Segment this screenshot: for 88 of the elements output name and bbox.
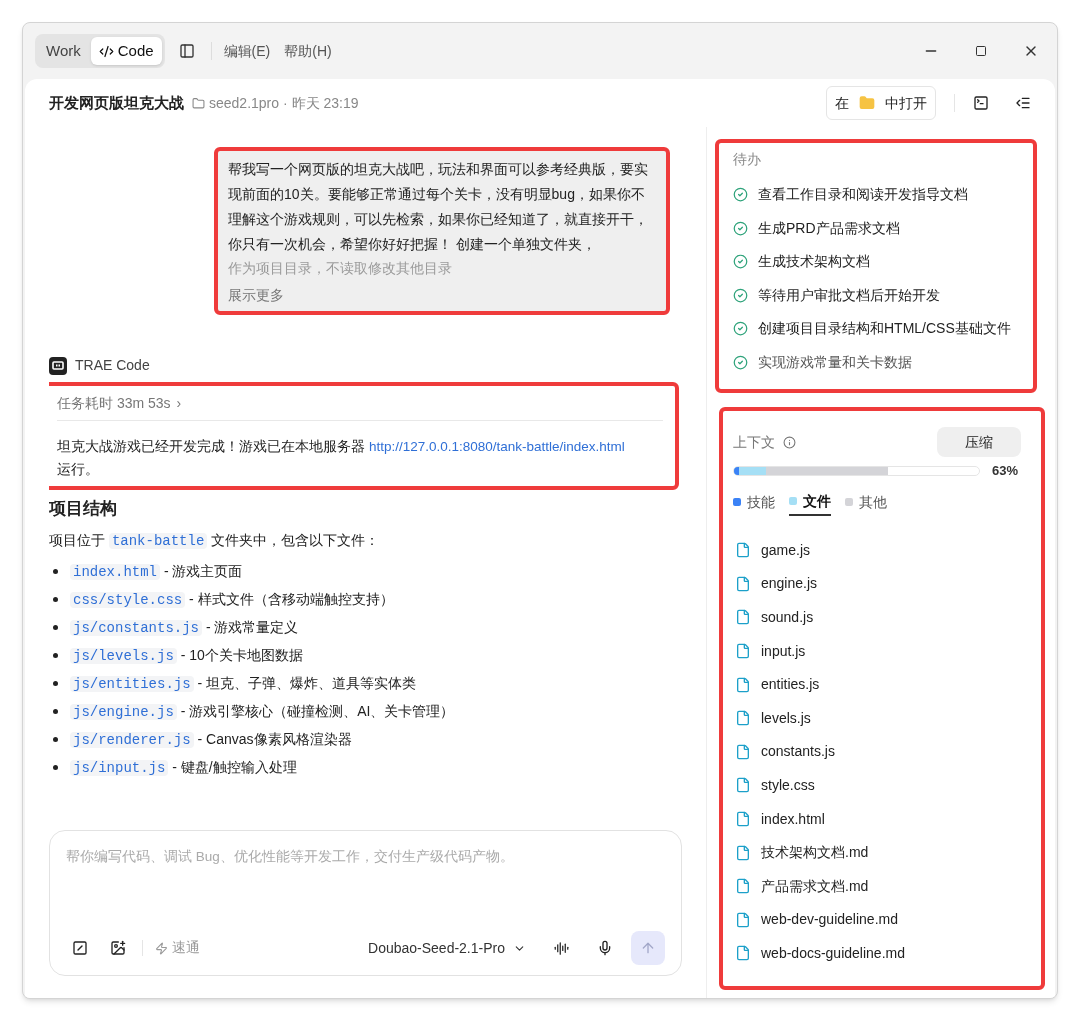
bullet-icon: [53, 625, 58, 630]
todo-item-label: 等待用户审批文档后开始开发: [758, 285, 940, 305]
intro-text: 项目位于 tank-battle 文件夹中，包含以下文件：: [49, 530, 381, 551]
context-file-item[interactable]: style.css: [733, 768, 1031, 803]
lightning-icon: [155, 941, 168, 955]
bullet-icon: [53, 765, 58, 770]
context-file-item[interactable]: web-docs-guideline.md: [733, 936, 1031, 971]
bullet-icon: [53, 737, 58, 742]
image-icon[interactable]: [110, 940, 126, 956]
user-message-faded-text: 作为项目目录，不读取修改其他目录: [228, 259, 453, 278]
file-icon: [735, 911, 751, 928]
todo-item-label: 查看工作目录和阅读开发指导文档: [758, 185, 968, 205]
context-file-item[interactable]: 产品需求文档.md: [733, 869, 1031, 904]
todo-item-label: 生成技术架构文档: [758, 252, 870, 272]
robot-icon: [49, 356, 67, 375]
bullet-icon: [53, 597, 58, 602]
duration-toggle[interactable]: 任务耗时 33m 53s ›: [57, 386, 182, 420]
file-description: js/constants.js - 游戏常量定义: [70, 616, 299, 639]
file-icon: [735, 878, 751, 895]
file-description: js/levels.js - 10个关卡地图数据: [70, 644, 303, 667]
file-description: index.html - 游戏主页面: [70, 560, 243, 583]
menu-item[interactable]: 帮助(H): [282, 40, 334, 62]
mode-tab[interactable]: Code: [90, 37, 162, 65]
context-file-item[interactable]: 技术架构文档.md: [733, 835, 1031, 870]
project-title: 开发网页版坦克大战: [49, 92, 184, 113]
bullet-icon: [53, 681, 58, 686]
legend-tab[interactable]: 文件: [789, 490, 831, 516]
server-link[interactable]: http://127.0.0.1:8080/tank-battle/index.html: [368, 439, 625, 454]
file-description: js/input.js - 键盘/触控输入处理: [70, 756, 297, 779]
context-title: 上下文: [733, 432, 775, 452]
bullet-icon: [53, 569, 58, 574]
file-description: js/renderer.js - Canvas像素风格渲染器: [70, 728, 352, 751]
file-icon: [735, 743, 751, 760]
context-file-item[interactable]: entities.js: [733, 667, 1031, 702]
usage-percent: 63%: [992, 462, 1019, 480]
info-icon[interactable]: [783, 435, 796, 449]
file-description: js/entities.js - 坦克、子弹、爆炸、道具等实体类: [70, 672, 417, 695]
context-file-item[interactable]: sound.js: [733, 600, 1031, 635]
context-file-item[interactable]: levels.js: [733, 701, 1031, 736]
context-file-item[interactable]: input.js: [733, 634, 1031, 668]
folder-icon: [192, 96, 205, 110]
menu-item[interactable]: 编辑(E): [221, 40, 273, 62]
timestamp: · 昨天 23:19: [283, 93, 359, 113]
file-description: css/style.css - 样式文件（含移动端触控支持）: [70, 588, 394, 611]
model-selector[interactable]: Doubao-Seed-2.1-Pro: [368, 937, 526, 959]
context-file-item[interactable]: engine.js: [733, 567, 1031, 601]
file-icon: [735, 643, 751, 660]
compress-button[interactable]: 压缩: [937, 427, 1021, 457]
assistant-name: TRAE Code: [75, 356, 150, 375]
command-icon[interactable]: [72, 940, 88, 956]
file-icon: [735, 542, 751, 559]
code-icon: [98, 43, 114, 59]
context-file-item[interactable]: game.js: [733, 533, 1031, 568]
todo-item-label: 创建项目目录结构和HTML/CSS基础文件: [758, 319, 1011, 339]
summary-text: 坦克大战游戏已经开发完成！游戏已在本地服务器 http://127.0.0.1:8080/tank-battle/index.html 运行。: [57, 437, 626, 479]
show-more-link[interactable]: 展示更多: [228, 285, 284, 306]
file-icon: [735, 710, 751, 727]
legend-tab[interactable]: 其他: [845, 491, 887, 515]
panel-collapse-icon[interactable]: [1015, 95, 1031, 111]
file-icon: [735, 945, 751, 962]
file-description: js/engine.js - 游戏引擎核心（碰撞检测、AI、关卡管理）: [70, 700, 455, 723]
file-icon: [735, 575, 751, 592]
context-file-item[interactable]: constants.js: [733, 735, 1031, 769]
context-file-item[interactable]: web-dev-guideline.md: [733, 903, 1031, 937]
microphone-icon[interactable]: [597, 940, 613, 956]
file-icon: [735, 609, 751, 626]
file-icon: [735, 676, 751, 693]
file-icon: [735, 777, 751, 794]
bullet-icon: [53, 653, 58, 658]
user-message-text: 帮我写一个网页版的坦克大战吧，玩法和界面可以参考经典版，要实现前面的10关。要能够正常通过每个关卡，没有明显bug，如果你不理解这个游戏规则，可以先检索，如果你已经知道了，就直接开干，你只有一次机会，希望你好好把握！ 创建一个单独文件夹，: [228, 160, 649, 254]
folder-icon: [859, 95, 875, 111]
open-in-button[interactable]: 在 中打开: [826, 86, 936, 120]
maximize-icon[interactable]: [975, 45, 987, 57]
terminal-icon[interactable]: [973, 95, 989, 111]
folder-name: seed2.1pro: [209, 93, 280, 113]
bullet-icon: [53, 709, 58, 714]
todo-item-label: 实现游戏常量和关卡数据: [758, 352, 912, 372]
prompt-input[interactable]: 帮你编写代码、调试 Bug、优化性能等开发工作，交付生产级代码产物。: [66, 847, 665, 868]
todo-item-label: 生成PRD产品需求文档: [758, 218, 900, 238]
context-file-item[interactable]: index.html: [733, 802, 1031, 836]
file-icon: [735, 811, 751, 828]
mode-tab[interactable]: Work: [38, 37, 89, 65]
section-heading: 项目结构: [49, 498, 118, 520]
todo-title: 待办: [733, 150, 762, 169]
waveform-icon[interactable]: [554, 940, 569, 956]
sidebar-toggle-icon[interactable]: [178, 43, 195, 59]
file-icon: [735, 844, 751, 861]
legend-tab[interactable]: 技能: [733, 491, 775, 515]
